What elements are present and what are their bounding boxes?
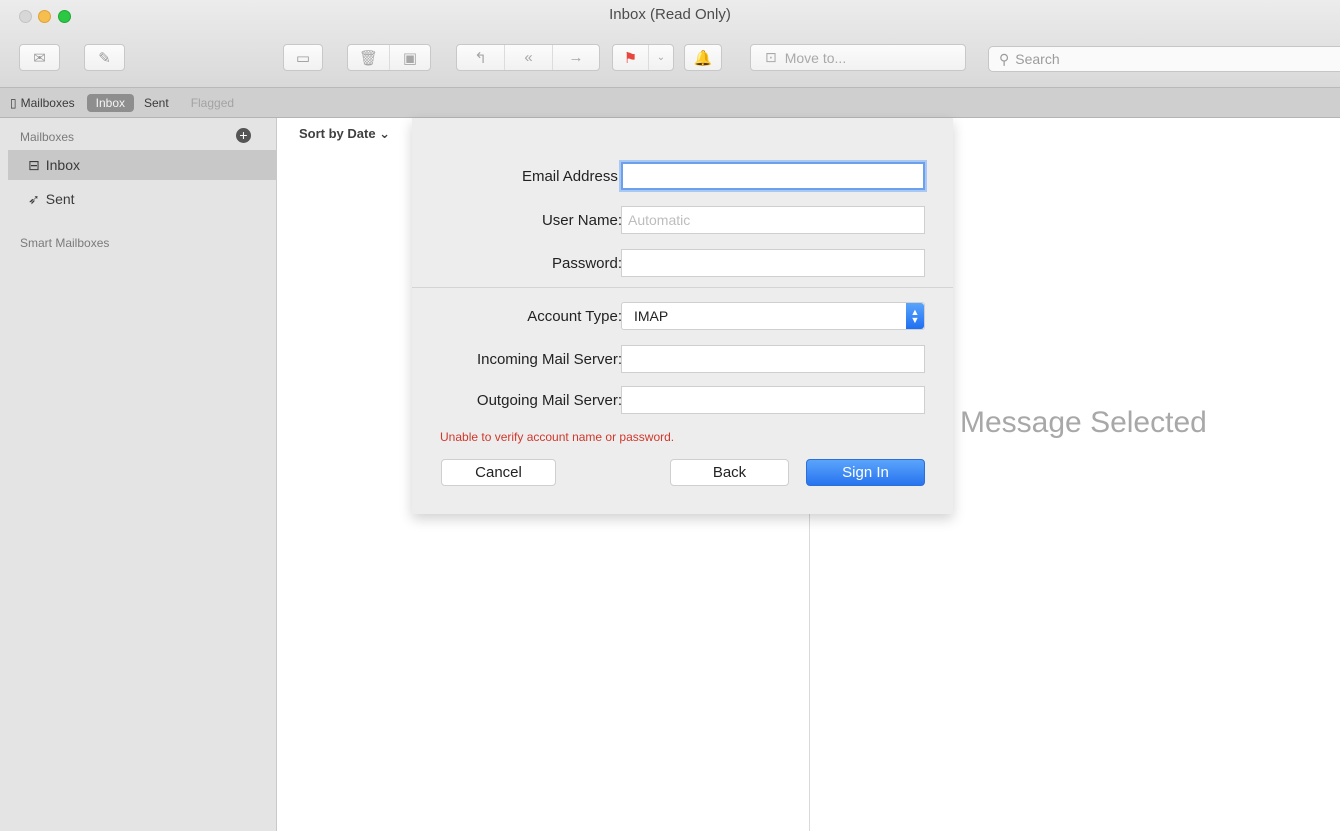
junk-icon[interactable]: ▣	[390, 45, 430, 70]
mute-button[interactable]: 🔔	[684, 44, 722, 71]
email-field[interactable]	[621, 162, 925, 190]
smart-mailboxes-header: Smart Mailboxes	[20, 236, 110, 250]
favorite-inbox[interactable]: Inbox	[86, 93, 134, 112]
paper-plane-icon: ➶	[28, 190, 40, 207]
reply-icon[interactable]: ↰	[457, 45, 505, 70]
reply-all-icon[interactable]: «	[505, 45, 553, 70]
incoming-label: Incoming Mail Server:	[476, 351, 622, 368]
outgoing-label: Outgoing Mail Server:	[476, 392, 622, 409]
error-message: Unable to verify account name or passwor…	[440, 430, 675, 444]
trash-icon[interactable]: 🗑	[348, 45, 390, 70]
reply-forward-group: ↰ « →	[456, 44, 600, 71]
email-label: Email Address:	[521, 168, 622, 185]
password-row: Password:	[412, 249, 953, 279]
account-type-row: Account Type: IMAP ▲ ▼	[412, 302, 953, 332]
username-row: User Name: Automatic	[412, 206, 953, 236]
envelope-icon: ✉	[33, 49, 46, 67]
updown-arrows-icon: ▲ ▼	[906, 303, 924, 329]
sidebar-item-sent[interactable]: ➶ Sent	[8, 184, 277, 214]
add-mailbox-icon[interactable]: +	[236, 128, 251, 143]
incoming-server-field[interactable]	[621, 345, 925, 373]
flag-icon[interactable]: ⚑	[613, 45, 649, 70]
compose-button[interactable]: ✎	[84, 44, 125, 71]
search-field[interactable]: ⚲ Search	[988, 46, 1340, 72]
search-icon: ⚲	[999, 50, 1010, 67]
password-label: Password:	[551, 255, 622, 272]
sort-button[interactable]: Sort by Date ⌄	[299, 126, 390, 142]
window-title: Inbox (Read Only)	[609, 6, 731, 23]
archive-icon: ▭	[295, 49, 311, 67]
empty-viewer-text: Message Selected	[960, 406, 1207, 439]
sidebar-header: Mailboxes	[20, 130, 75, 144]
compose-icon: ✎	[98, 49, 111, 67]
move-to-label: Move to...	[784, 49, 847, 66]
get-mail-button[interactable]: ✉	[19, 44, 60, 71]
cancel-button[interactable]: Cancel	[441, 459, 556, 486]
mailboxes-toggle-label: Mailboxes	[20, 95, 75, 110]
account-type-label: Account Type:	[527, 308, 622, 325]
favorite-sent[interactable]: Sent	[144, 96, 169, 110]
back-button[interactable]: Back	[670, 459, 789, 486]
inbox-tray-icon: ⊟	[28, 156, 40, 173]
flag-group: ⚑ ⌄	[612, 44, 674, 71]
account-type-value: IMAP	[634, 308, 669, 324]
favorite-flagged[interactable]: Flagged	[191, 96, 234, 110]
email-row: Email Address:	[412, 162, 953, 192]
username-field[interactable]: Automatic	[621, 206, 925, 234]
archive-button[interactable]: ▭	[283, 44, 323, 71]
sidebar-item-label: Inbox	[45, 157, 80, 173]
outgoing-server-field[interactable]	[621, 386, 925, 414]
sidebar-icon: ▯	[10, 95, 17, 110]
move-to-icon: ⊡	[765, 49, 777, 65]
window-titlebar: Inbox (Read Only) ✉ ✎ ▭ 🗑 ▣ ↰ « → ⚑ ⌄ 🔔 …	[0, 0, 1340, 88]
mailboxes-toggle-button[interactable]: ▯ Mailboxes	[10, 96, 75, 110]
username-label: User Name:	[541, 212, 622, 229]
sheet-divider	[412, 287, 953, 288]
add-account-sheet: Email Address: User Name: Automatic Pass…	[412, 118, 953, 514]
mailbox-sidebar: Mailboxes + ⊟ Inbox ➶ Sent Smart Mailbox…	[0, 118, 277, 831]
account-type-select[interactable]: IMAP ▲ ▼	[621, 302, 925, 330]
incoming-row: Incoming Mail Server:	[412, 345, 953, 375]
move-to-button[interactable]: ⊡ Move to...	[750, 44, 966, 71]
sign-in-button[interactable]: Sign In	[806, 459, 925, 486]
password-field[interactable]	[621, 249, 925, 277]
outgoing-row: Outgoing Mail Server:	[412, 386, 953, 416]
delete-junk-group: 🗑 ▣	[347, 44, 431, 71]
bell-icon: 🔔	[693, 49, 713, 67]
favorites-bar: ▯ Mailboxes Inbox Sent Flagged	[0, 88, 1340, 118]
sidebar-item-inbox[interactable]: ⊟ Inbox	[8, 150, 277, 180]
sidebar-item-label: Sent	[45, 191, 75, 207]
forward-icon[interactable]: →	[553, 45, 599, 70]
search-placeholder: Search	[1015, 51, 1060, 67]
chevron-down-icon[interactable]: ⌄	[649, 45, 673, 70]
